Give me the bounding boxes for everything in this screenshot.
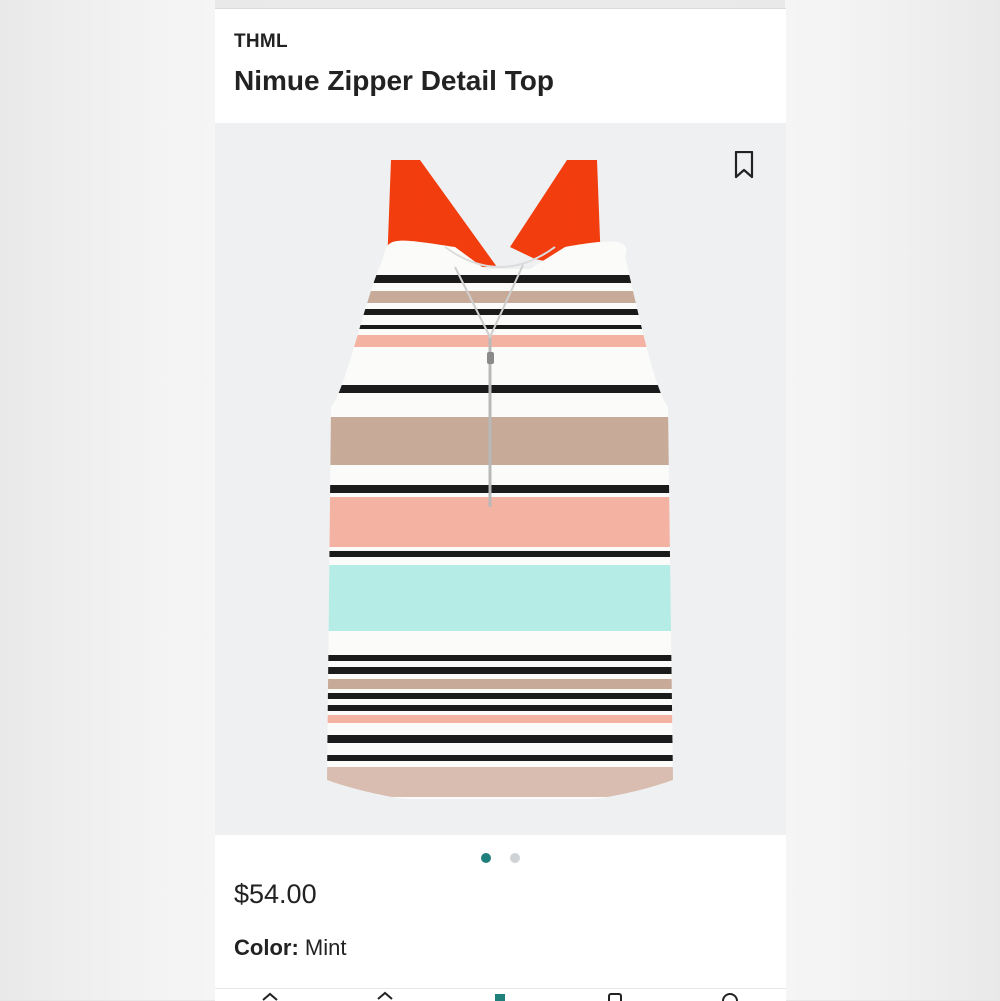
product-screen: THML Nimue Zipper Detail Top $54.00 Colo… [215,8,786,1001]
product-image-carousel[interactable] [215,123,786,835]
color-selector[interactable]: Color: Mint [234,935,346,961]
carousel-dot-1[interactable] [481,853,492,863]
color-label: Color: [234,935,299,960]
bottom-nav-bar [215,988,786,1001]
brand-name[interactable]: THML [234,31,288,53]
product-title: Nimue Zipper Detail Top [234,65,554,96]
color-value: Mint [304,935,347,960]
background-right [785,0,1000,1000]
carousel-dot-2[interactable] [509,853,520,863]
background-left [0,0,215,1000]
product-image [327,160,673,799]
carousel-indicator [215,850,786,868]
bookmark-icon[interactable] [734,151,754,179]
product-price: $54.00 [234,879,317,909]
